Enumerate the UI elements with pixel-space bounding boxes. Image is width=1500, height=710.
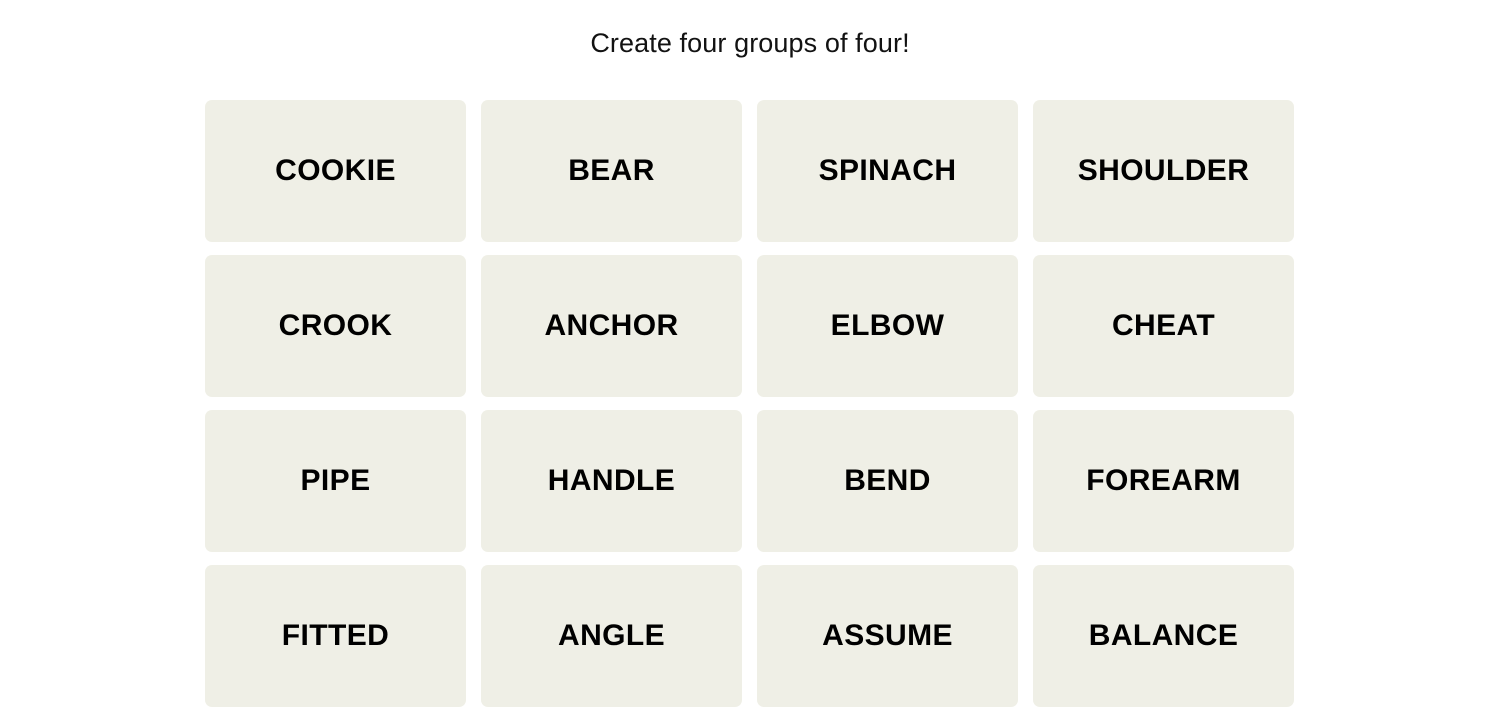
word-tile[interactable]: HANDLE [481,410,742,552]
word-tile[interactable]: CHEAT [1033,255,1294,397]
word-tile[interactable]: CROOK [205,255,466,397]
word-tile[interactable]: FITTED [205,565,466,707]
word-tile[interactable]: COOKIE [205,100,466,242]
word-tile-label: BEAR [568,154,655,187]
word-tile-label: CHEAT [1111,309,1216,342]
word-tile-label: ANGLE [558,619,665,652]
word-tile-label: CROOK [278,309,393,342]
header: Create four groups of four! [0,0,1500,86]
word-tile[interactable]: ANCHOR [481,255,742,397]
word-tile-label: ASSUME [822,619,953,652]
word-tile-label: ANCHOR [544,309,679,342]
word-tile[interactable]: FOREARM [1033,410,1294,552]
word-tile[interactable]: BEND [757,410,1018,552]
word-tile-label: SHOULDER [1077,154,1250,187]
word-tile[interactable]: ANGLE [481,565,742,707]
connections-game: Create four groups of four! COOKIE BEAR … [0,0,1500,710]
word-tile[interactable]: ELBOW [757,255,1018,397]
word-tile[interactable]: ASSUME [757,565,1018,707]
word-tile-label: FOREARM [1086,464,1241,497]
puzzle-grid: COOKIE BEAR SPINACH SHOULDER CROOK ANCHO… [205,100,1296,707]
word-tile-label: ELBOW [830,309,945,342]
word-tile[interactable]: SPINACH [757,100,1018,242]
word-tile[interactable]: PIPE [205,410,466,552]
page-title: Create four groups of four! [590,27,910,58]
word-tile-label: FITTED [281,619,390,652]
word-tile-label: SPINACH [818,154,957,187]
word-tile[interactable]: BALANCE [1033,565,1294,707]
word-tile-label: BALANCE [1088,619,1239,652]
word-tile[interactable]: SHOULDER [1033,100,1294,242]
word-tile-label: HANDLE [547,464,676,497]
word-tile[interactable]: BEAR [481,100,742,242]
word-tile-label: PIPE [300,464,371,497]
word-tile-label: BEND [844,464,931,497]
word-tile-label: COOKIE [275,154,396,187]
